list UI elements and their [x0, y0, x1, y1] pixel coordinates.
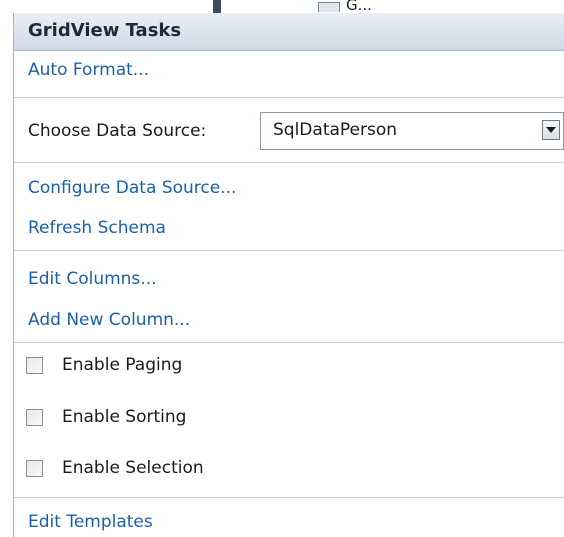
- enable-sorting-label: Enable Sorting: [62, 407, 187, 427]
- chevron-down-icon: [546, 127, 556, 133]
- enable-sorting-checkbox[interactable]: [26, 409, 43, 426]
- data-source-value: SqlDataPerson: [273, 120, 398, 140]
- data-source-select[interactable]: SqlDataPerson: [260, 112, 564, 150]
- separator: [14, 497, 564, 498]
- enable-selection-label: Enable Selection: [62, 458, 204, 478]
- add-new-column-link[interactable]: Add New Column...: [28, 310, 190, 330]
- enable-paging-checkbox[interactable]: [26, 357, 43, 374]
- edit-columns-link[interactable]: Edit Columns...: [28, 269, 157, 289]
- dropdown-button[interactable]: [542, 120, 560, 140]
- separator: [14, 97, 564, 98]
- separator: [14, 162, 564, 163]
- enable-paging-label: Enable Paging: [62, 355, 183, 375]
- auto-format-link[interactable]: Auto Format...: [28, 60, 149, 80]
- panel-title: GridView Tasks: [28, 20, 182, 41]
- separator: [14, 250, 564, 251]
- enable-selection-checkbox[interactable]: [26, 460, 43, 477]
- choose-data-source-label: Choose Data Source:: [28, 121, 207, 141]
- gridview-tasks-panel: GridView Tasks Auto Format... Choose Dat…: [13, 13, 564, 537]
- background-partial-text: G...: [346, 0, 372, 14]
- refresh-schema-link[interactable]: Refresh Schema: [28, 218, 166, 238]
- edit-templates-link[interactable]: Edit Templates: [28, 512, 153, 532]
- designer-surface: [0, 0, 564, 13]
- designer-edge: [213, 0, 221, 13]
- control-glyph-icon: [318, 2, 340, 12]
- separator: [14, 342, 564, 343]
- panel-header: GridView Tasks: [14, 13, 564, 51]
- configure-data-source-link[interactable]: Configure Data Source...: [28, 178, 236, 198]
